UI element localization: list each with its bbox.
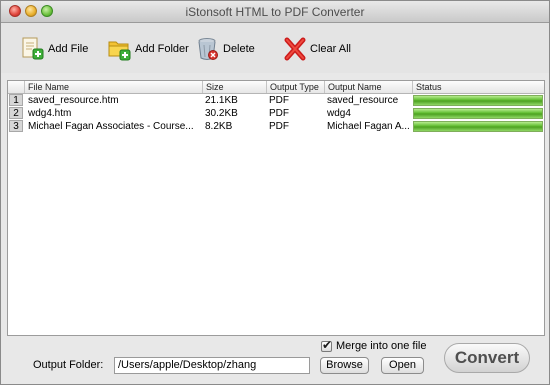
output-name-cell: wdg4	[327, 108, 351, 119]
title-bar: iStonsoft HTML to PDF Converter	[1, 1, 549, 23]
trash-icon	[196, 36, 220, 62]
status-progress-bar	[413, 95, 543, 106]
file-name-cell: wdg4.htm	[28, 108, 72, 119]
status-progress-bar	[413, 108, 543, 119]
red-x-icon	[283, 36, 307, 62]
output-name-cell: Michael Fagan A...	[327, 121, 410, 132]
output-type-cell: PDF	[269, 108, 289, 119]
add-file-button[interactable]: Add File	[21, 35, 88, 63]
add-file-label: Add File	[48, 43, 89, 55]
convert-button[interactable]: Convert	[444, 343, 530, 373]
add-folder-label: Add Folder	[135, 43, 189, 55]
file-name-cell: Michael Fagan Associates - Course...	[28, 121, 194, 132]
output-type-cell: PDF	[269, 95, 289, 106]
size-cell: 8.2KB	[205, 121, 233, 132]
open-button[interactable]: Open	[381, 357, 424, 374]
file-table[interactable]: File Name Size Output Type Output Name S…	[7, 80, 545, 336]
file-name-cell: saved_resource.htm	[28, 95, 119, 106]
merge-label: Merge into one file	[336, 340, 427, 352]
merge-option[interactable]: ✔ Merge into one file	[321, 337, 427, 352]
add-folder-button[interactable]: Add Folder	[108, 35, 189, 63]
table-row[interactable]: 3 Michael Fagan Associates - Course... 8…	[8, 120, 544, 133]
row-number: 2	[9, 107, 23, 119]
output-folder-field[interactable]: /Users/apple/Desktop/zhang	[114, 357, 310, 374]
delete-button[interactable]: Delete	[196, 35, 255, 63]
table-header: File Name Size Output Type Output Name S…	[8, 81, 544, 94]
table-row[interactable]: 2 wdg4.htm 30.2KB PDF wdg4	[8, 107, 544, 120]
column-header-output-type[interactable]: Output Type	[266, 81, 324, 93]
output-name-cell: saved_resource	[327, 95, 399, 106]
row-number: 1	[9, 94, 23, 106]
checkmark-icon: ✔	[322, 337, 333, 352]
output-type-cell: PDF	[269, 121, 289, 132]
delete-label: Delete	[223, 43, 255, 55]
column-header-status[interactable]: Status	[412, 81, 544, 93]
add-file-icon	[21, 36, 45, 62]
add-folder-icon	[108, 36, 132, 62]
browse-button[interactable]: Browse	[320, 357, 369, 374]
table-row[interactable]: 1 saved_resource.htm 21.1KB PDF saved_re…	[8, 94, 544, 107]
row-number: 3	[9, 120, 23, 132]
size-cell: 21.1KB	[205, 95, 238, 106]
output-folder-label: Output Folder:	[33, 359, 104, 371]
column-header-size[interactable]: Size	[202, 81, 266, 93]
toolbar: Add File Add Folder Delete Clear All	[1, 23, 549, 73]
size-cell: 30.2KB	[205, 108, 238, 119]
merge-checkbox[interactable]: ✔	[321, 337, 333, 352]
app-window: iStonsoft HTML to PDF Converter Add File	[0, 0, 550, 385]
window-title: iStonsoft HTML to PDF Converter	[185, 5, 365, 19]
column-header-file-name[interactable]: File Name	[24, 81, 202, 93]
clear-all-label: Clear All	[310, 43, 351, 55]
column-header-output-name[interactable]: Output Name	[324, 81, 412, 93]
clear-all-button[interactable]: Clear All	[283, 35, 351, 63]
status-progress-bar	[413, 121, 543, 132]
